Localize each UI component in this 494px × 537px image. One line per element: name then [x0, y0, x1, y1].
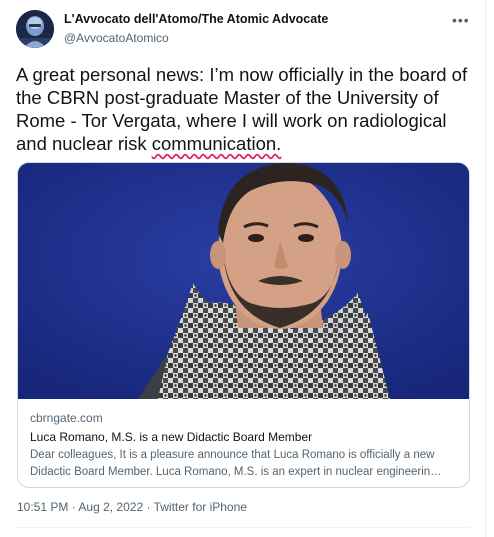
author-handle[interactable]: @AvvocatoAtomico [64, 31, 328, 45]
author-block: L'Avvocato dell'Atomo/The Atomic Advocat… [64, 12, 328, 45]
separator: · [143, 500, 154, 514]
tweet-text-underlined: communication. [151, 133, 282, 154]
tweet-date[interactable]: Aug 2, 2022 [78, 500, 143, 514]
card-image[interactable] [18, 163, 469, 399]
avatar[interactable] [16, 10, 54, 48]
tweet-text: A great personal news: I’m now officiall… [16, 63, 476, 155]
divider [16, 527, 470, 528]
author-display-name[interactable]: L'Avvocato dell'Atomo/The Atomic Advocat… [64, 12, 328, 26]
link-card[interactable]: cbrngate.com Luca Romano, M.S. is a new … [17, 162, 470, 488]
avatar-image [16, 10, 54, 48]
tweet-time[interactable]: 10:51 PM [17, 500, 68, 514]
more-horizontal-icon[interactable]: ••• [452, 12, 470, 28]
card-domain: cbrngate.com [30, 411, 103, 425]
card-meta: cbrngate.com Luca Romano, M.S. is a new … [30, 411, 460, 481]
card-photo [18, 163, 469, 399]
tweet-timestamp: 10:51 PM · Aug 2, 2022 · Twitter for iPh… [17, 500, 247, 514]
card-title[interactable]: Luca Romano, M.S. is a new Didactic Boar… [30, 430, 460, 444]
card-description: Dear colleagues, It is a pleasure announ… [30, 449, 442, 478]
separator: · [68, 500, 79, 514]
tweet: L'Avvocato dell'Atomo/The Atomic Advocat… [0, 0, 486, 537]
tweet-source[interactable]: Twitter for iPhone [154, 500, 247, 514]
